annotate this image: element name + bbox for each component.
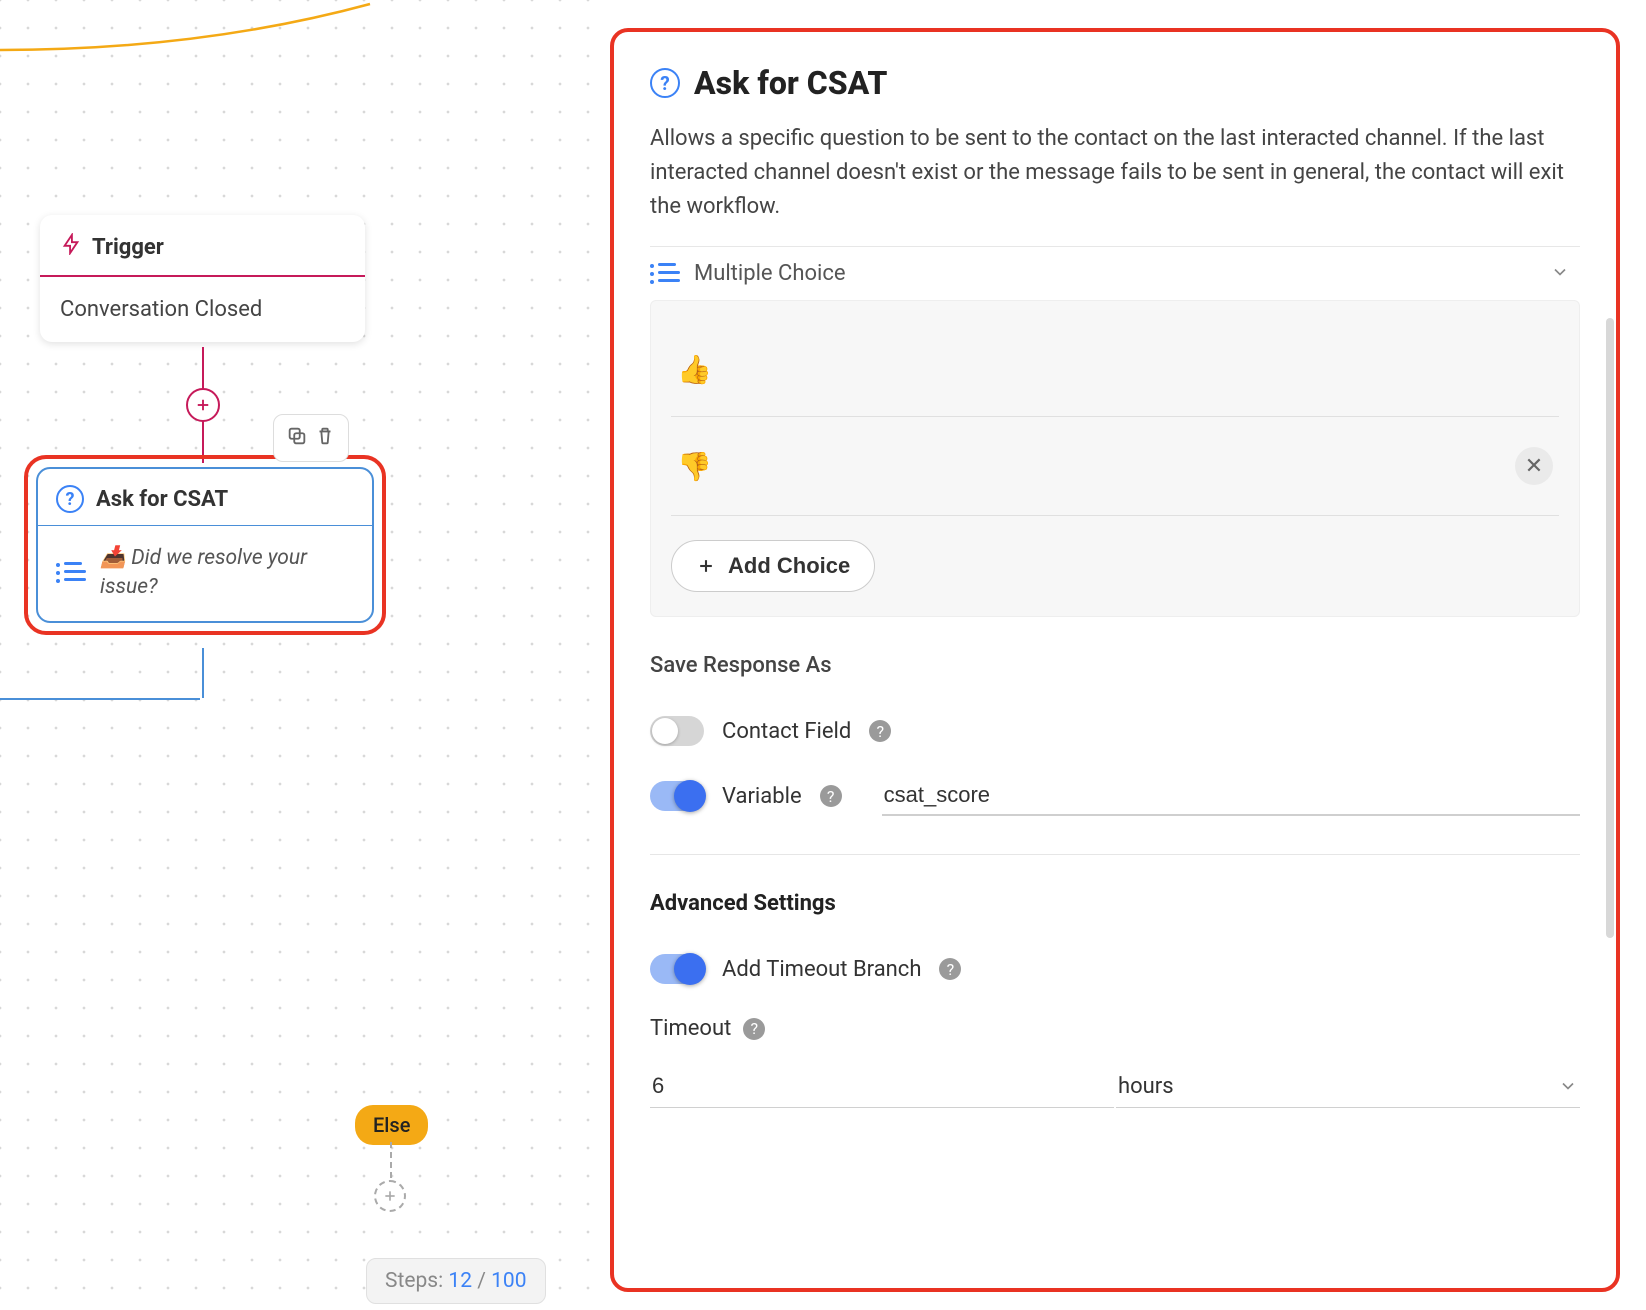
choice-emoji: 👍 [677, 353, 712, 386]
list-icon [56, 562, 86, 584]
divider [650, 854, 1580, 855]
contact-field-toggle[interactable] [650, 716, 704, 746]
list-icon [650, 263, 680, 285]
ask-node[interactable]: ? Ask for CSAT 📥 Did we resolve your iss… [36, 467, 374, 623]
timeout-unit-label: hours [1118, 1074, 1174, 1099]
trash-icon[interactable] [314, 425, 336, 451]
trigger-title: Trigger [92, 235, 164, 260]
add-choice-button[interactable]: Add Choice [671, 540, 875, 592]
copy-icon[interactable] [286, 425, 308, 451]
timeout-unit-select[interactable]: hours [1116, 1065, 1580, 1108]
choice-emoji: 👎 [677, 450, 712, 483]
chevron-down-icon [1550, 262, 1570, 286]
steps-total: 100 [491, 1269, 526, 1293]
variable-name-input[interactable] [882, 776, 1580, 816]
panel-description: Allows a specific question to be sent to… [650, 122, 1580, 224]
else-badge[interactable]: Else [355, 1105, 428, 1145]
ask-node-body: 📥 Did we resolve your issue? [100, 544, 354, 603]
node-toolbar [273, 414, 349, 462]
timeout-branch-label: Add Timeout Branch [722, 957, 921, 982]
save-response-label: Save Response As [650, 653, 1580, 678]
timeout-label: Timeout [650, 1016, 731, 1041]
variable-label: Variable [722, 784, 802, 809]
add-step-button[interactable] [186, 388, 220, 422]
help-icon[interactable]: ? [743, 1018, 765, 1040]
help-icon[interactable]: ? [820, 785, 842, 807]
steps-sep: / [477, 1269, 491, 1293]
ask-node-selected-highlight: ? Ask for CSAT 📥 Did we resolve your iss… [24, 455, 386, 635]
config-panel-highlight: ? Ask for CSAT Allows a specific questio… [610, 28, 1620, 1292]
connector-line-2 [202, 648, 204, 698]
chevron-down-icon [1558, 1076, 1578, 1096]
workflow-canvas[interactable]: Trigger Conversation Closed ? Ask for CS… [0, 0, 595, 1310]
choice-row[interactable]: 👍 [671, 323, 1559, 417]
steps-label: Steps: [385, 1269, 443, 1293]
else-connector [390, 1142, 392, 1178]
help-icon[interactable]: ? [869, 720, 891, 742]
choices-container: 👍 👎 ✕ Add Choice [650, 300, 1580, 617]
config-panel: ? Ask for CSAT Allows a specific questio… [614, 32, 1616, 1288]
scrollbar[interactable] [1606, 318, 1614, 938]
help-icon[interactable]: ? [939, 958, 961, 980]
question-type-label: Multiple Choice [694, 261, 846, 286]
question-type-select[interactable]: Multiple Choice [650, 246, 1580, 300]
question-icon: ? [56, 485, 84, 513]
ask-node-title: Ask for CSAT [96, 487, 228, 512]
add-choice-label: Add Choice [728, 553, 850, 579]
advanced-settings-label: Advanced Settings [650, 891, 1580, 916]
contact-field-label: Contact Field [722, 719, 851, 744]
else-add-button[interactable] [374, 1180, 406, 1212]
bolt-icon [60, 233, 82, 261]
trigger-node[interactable]: Trigger Conversation Closed [40, 215, 365, 342]
remove-choice-button[interactable]: ✕ [1515, 447, 1553, 485]
panel-title: Ask for CSAT [694, 64, 887, 102]
trigger-body: Conversation Closed [40, 277, 365, 342]
variable-toggle[interactable] [650, 781, 704, 811]
steps-current: 12 [448, 1269, 472, 1293]
branch-line [0, 698, 200, 700]
timeout-branch-toggle[interactable] [650, 954, 704, 984]
timeout-value-input[interactable] [650, 1065, 1114, 1108]
choice-row[interactable]: 👎 ✕ [671, 417, 1559, 516]
question-icon: ? [650, 68, 680, 98]
steps-counter: Steps: 12 / 100 [366, 1258, 546, 1304]
else-curve [0, 0, 380, 70]
